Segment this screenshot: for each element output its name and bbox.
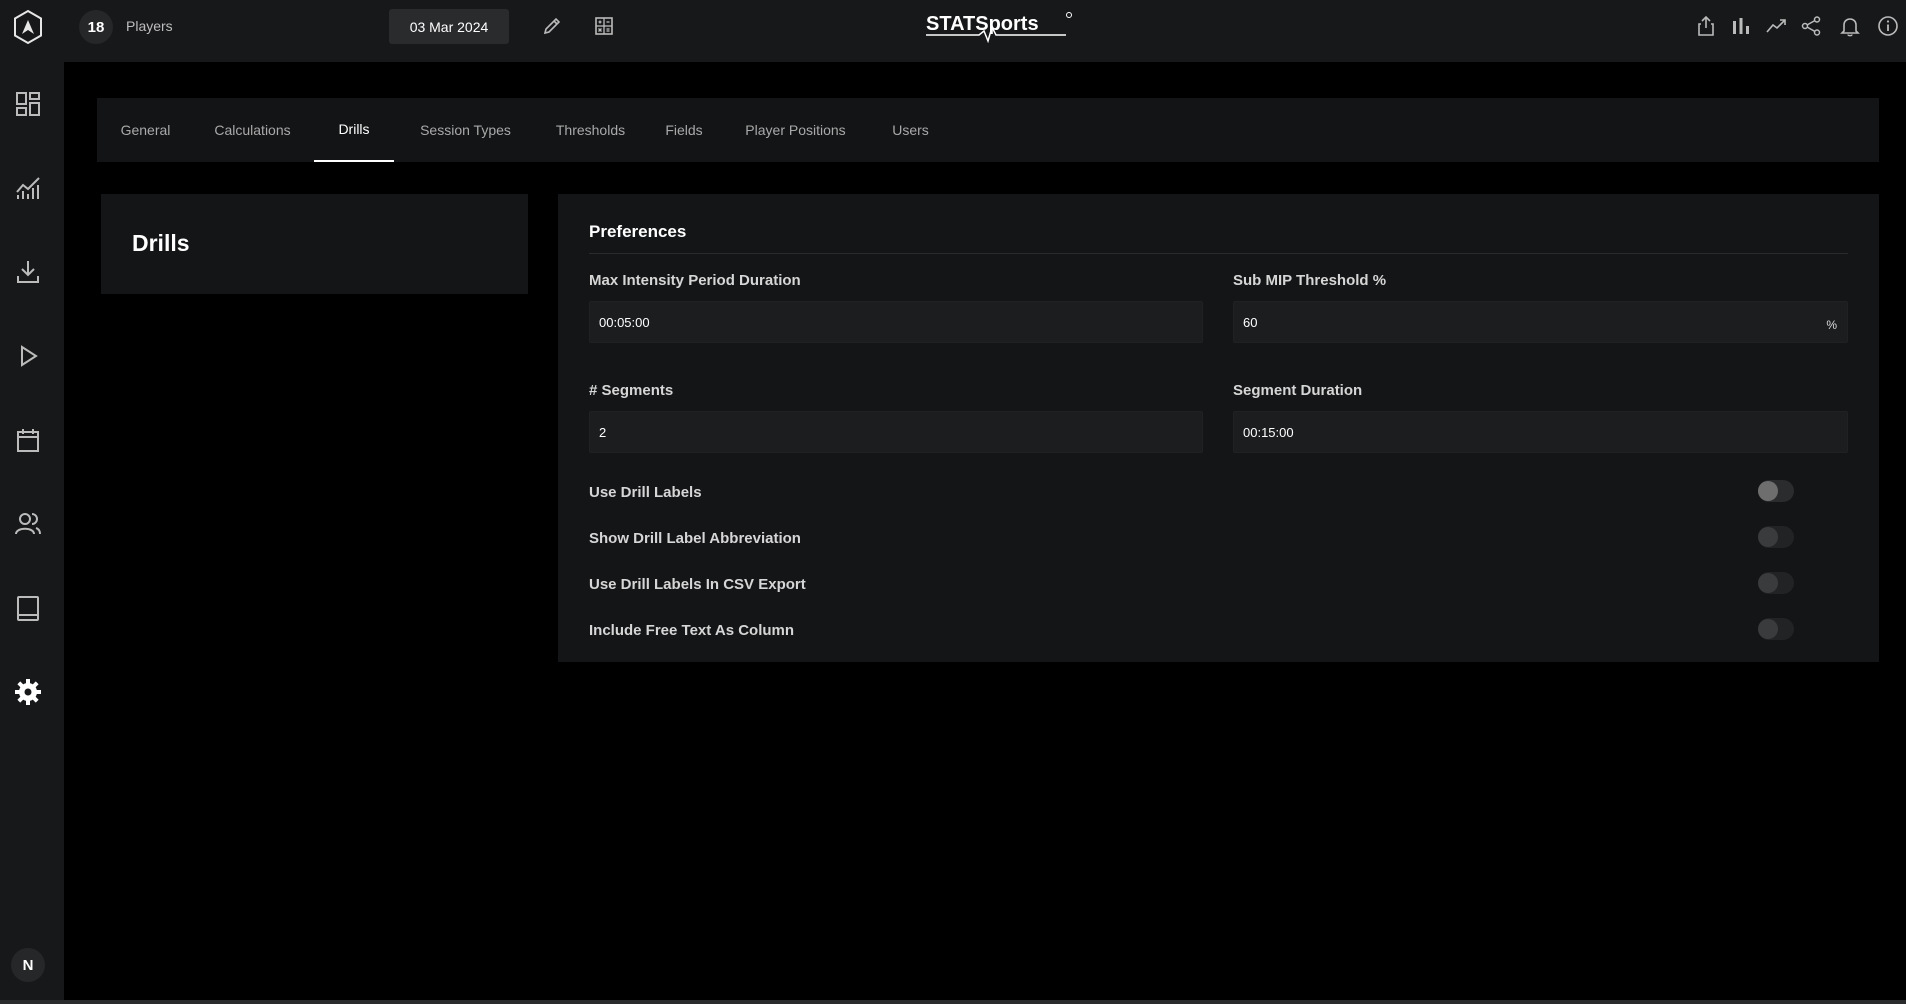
toggle-knob: [1758, 481, 1778, 501]
brand-logo: STATSports: [924, 9, 1074, 44]
settings-icon[interactable]: [12, 676, 44, 708]
app-logo-icon[interactable]: [12, 9, 44, 45]
segment-duration-label: Segment Duration: [1233, 382, 1363, 399]
export-icon[interactable]: [1693, 13, 1719, 39]
tab-player-positions[interactable]: Player Positions: [724, 98, 867, 162]
tab-drills[interactable]: Drills: [314, 98, 394, 162]
analytics-icon[interactable]: [12, 172, 44, 204]
segment-duration-input[interactable]: 00:15:00: [1233, 411, 1848, 453]
download-icon[interactable]: [12, 256, 44, 288]
use-drill-labels-csv-toggle[interactable]: [1758, 572, 1794, 594]
trend-icon[interactable]: [1763, 13, 1789, 39]
user-avatar[interactable]: N: [11, 948, 45, 982]
play-icon[interactable]: [12, 340, 44, 372]
date-picker-button[interactable]: 03 Mar 2024: [389, 9, 509, 44]
notification-bell-icon[interactable]: [1837, 13, 1863, 39]
tab-general[interactable]: General: [97, 98, 194, 162]
sub-mip-threshold-value: 60: [1243, 314, 1258, 330]
players-label[interactable]: Players: [126, 18, 173, 34]
use-drill-labels-csv-label: Use Drill Labels In CSV Export: [589, 576, 806, 593]
include-free-text-label: Include Free Text As Column: [589, 622, 795, 639]
users-icon[interactable]: [12, 508, 44, 540]
tab-calculations[interactable]: Calculations: [194, 98, 311, 162]
info-icon[interactable]: [1875, 13, 1901, 39]
toggle-knob: [1758, 573, 1778, 593]
bar-chart-icon[interactable]: [1728, 13, 1754, 39]
show-drill-label-abbreviation-toggle[interactable]: [1758, 526, 1794, 548]
calendar-icon[interactable]: [12, 424, 44, 456]
tab-thresholds[interactable]: Thresholds: [537, 98, 644, 162]
sub-mip-threshold-label: Sub MIP Threshold %: [1233, 272, 1387, 289]
drills-side-panel: Drills: [101, 194, 528, 294]
page-title: Drills: [132, 230, 190, 256]
tab-session-types[interactable]: Session Types: [394, 98, 537, 162]
use-drill-labels-toggle[interactable]: [1758, 480, 1794, 502]
calculator-icon[interactable]: [591, 13, 617, 39]
tab-users[interactable]: Users: [867, 98, 954, 162]
show-drill-label-abbreviation-label: Show Drill Label Abbreviation: [589, 530, 801, 547]
settings-tabs: General Calculations Drills Session Type…: [97, 98, 1879, 162]
preferences-title: Preferences: [589, 222, 687, 241]
sidebar: N: [0, 0, 64, 1000]
include-free-text-toggle[interactable]: [1758, 618, 1794, 640]
tablet-icon[interactable]: [12, 592, 44, 624]
segments-label: # Segments: [589, 382, 674, 399]
use-drill-labels-label: Use Drill Labels: [589, 484, 702, 501]
top-bar: 18 Players 03 Mar 2024 STATSports: [64, 0, 1906, 62]
max-intensity-label: Max Intensity Period Duration: [589, 272, 801, 289]
edit-icon[interactable]: [539, 13, 565, 39]
player-count-badge[interactable]: 18: [79, 10, 113, 44]
preferences-panel: Preferences Max Intensity Period Duratio…: [558, 194, 1879, 662]
divider: [589, 253, 1848, 254]
dashboard-icon[interactable]: [12, 88, 44, 120]
toggle-knob: [1758, 527, 1778, 547]
tab-fields[interactable]: Fields: [644, 98, 724, 162]
sub-mip-threshold-input[interactable]: 60 %: [1233, 301, 1848, 343]
window-bottom-border: [0, 1000, 1906, 1004]
max-intensity-input[interactable]: 00:05:00: [589, 301, 1203, 343]
toggle-knob: [1758, 619, 1778, 639]
share-icon[interactable]: [1798, 13, 1824, 39]
percent-suffix: %: [1826, 318, 1837, 332]
segments-input[interactable]: 2: [589, 411, 1203, 453]
